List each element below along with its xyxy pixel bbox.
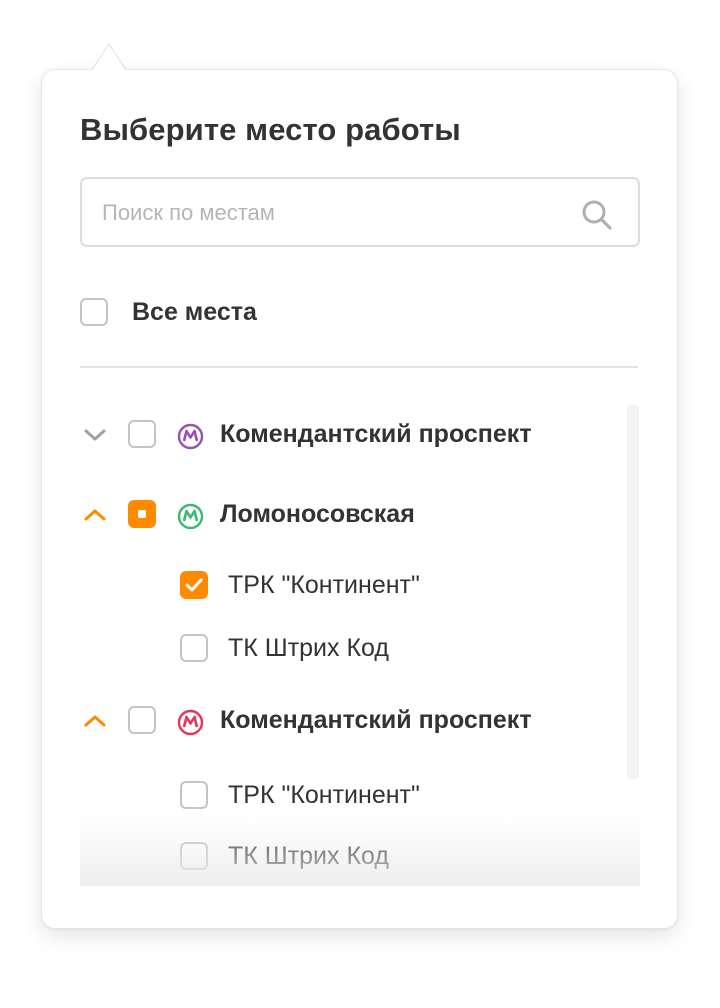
metro-icon — [177, 503, 204, 530]
group-row[interactable]: Комендантский проспект — [80, 702, 640, 742]
item-checkbox[interactable] — [180, 634, 208, 662]
item-label: ТРК "Континент" — [228, 781, 420, 809]
popover-title: Выберите место работы — [80, 112, 461, 147]
list-item[interactable]: ТРК "Континент" — [80, 567, 640, 607]
item-label: ТРК "Континент" — [228, 571, 420, 599]
list-item[interactable]: ТК Штрих Код — [80, 630, 640, 670]
places-list[interactable]: Комендантский проспект Ломоносовская ТРК… — [80, 390, 640, 886]
group-label: Ломоносовская — [220, 500, 415, 528]
popover-arrow — [92, 45, 126, 71]
group-row[interactable]: Ломоносовская — [80, 496, 640, 536]
item-checkbox[interactable] — [180, 842, 208, 870]
all-places-checkbox[interactable] — [80, 298, 108, 326]
item-label: ТК Штрих Код — [228, 842, 389, 870]
all-places-label: Все места — [132, 298, 257, 326]
metro-icon — [177, 423, 204, 450]
item-checkbox[interactable] — [180, 571, 208, 599]
divider — [80, 366, 638, 368]
list-item[interactable]: ТК Штрих Код — [80, 838, 640, 878]
check-icon — [185, 578, 203, 592]
item-label: ТК Штрих Код — [228, 634, 389, 662]
search-box[interactable] — [80, 177, 640, 247]
chevron-up-icon[interactable] — [82, 712, 108, 730]
metro-icon — [177, 709, 204, 736]
group-label: Комендантский проспект — [220, 420, 532, 448]
scrollbar[interactable] — [627, 404, 639, 780]
search-icon[interactable] — [580, 198, 614, 232]
chevron-up-icon[interactable] — [82, 506, 108, 524]
item-checkbox[interactable] — [180, 781, 208, 809]
search-input[interactable] — [100, 179, 564, 247]
group-checkbox[interactable] — [128, 420, 156, 448]
chevron-down-icon[interactable] — [82, 426, 108, 444]
group-label: Комендантский проспект — [220, 706, 532, 734]
group-checkbox[interactable] — [128, 500, 156, 528]
group-row[interactable]: Комендантский проспект — [80, 416, 640, 456]
group-checkbox[interactable] — [128, 706, 156, 734]
list-item[interactable]: ТРК "Континент" — [80, 777, 640, 817]
